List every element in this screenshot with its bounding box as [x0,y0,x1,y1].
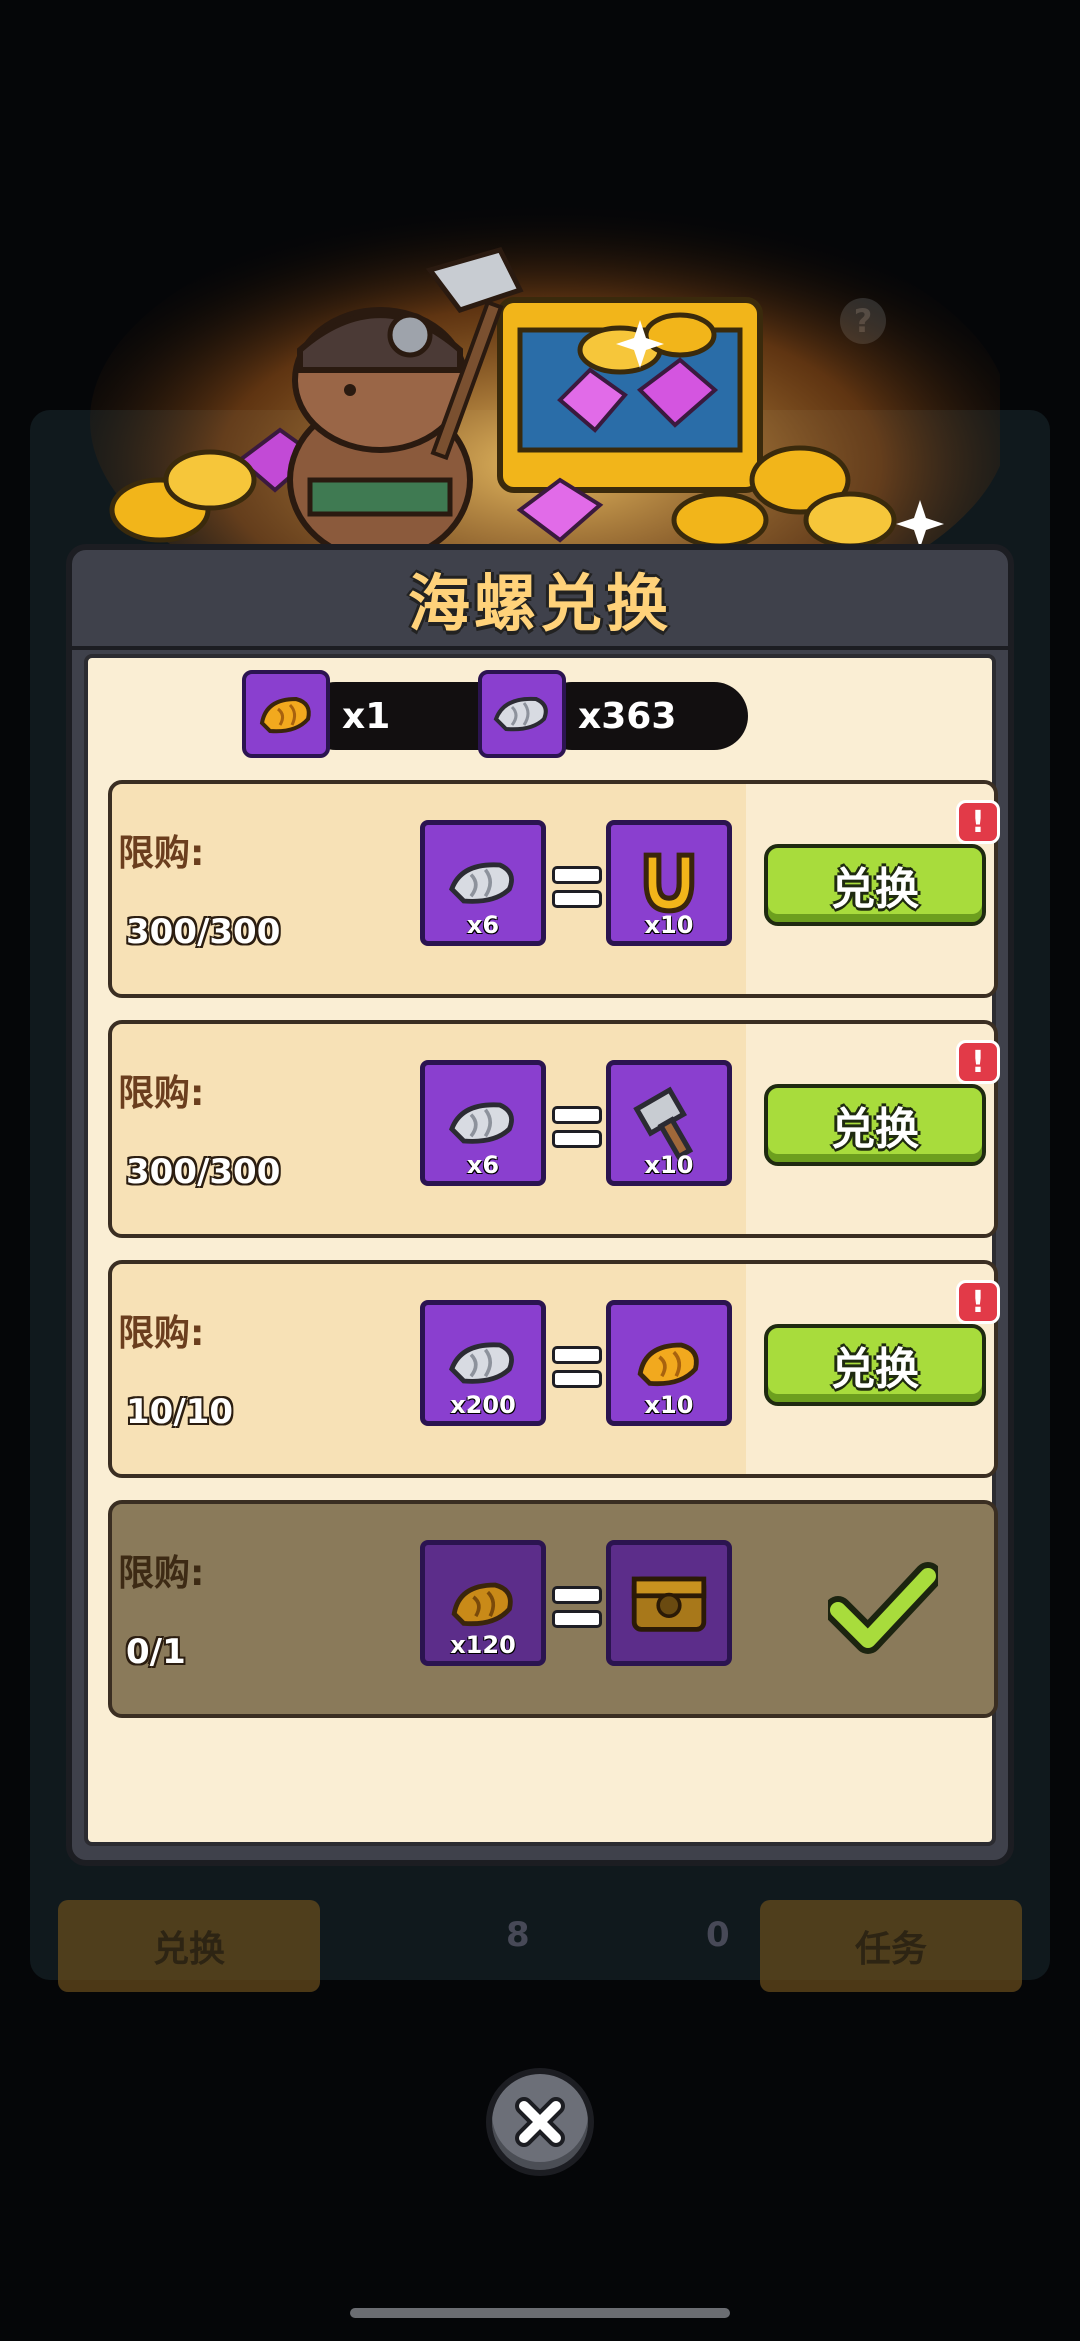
exchange-button[interactable]: 兑换 [764,844,986,926]
reward-item: x10 [606,820,732,946]
treasure-banner-illustration [90,200,1000,560]
exchange-row: 限购: 10/10 x200 x10 兑换 [108,1260,998,1478]
cost-quantity: x6 [466,911,500,939]
cost-item: x6 [420,820,546,946]
alert-badge: ! [956,1280,1000,1324]
dialog-title-bar: 海螺兑换 [72,550,1008,650]
limit-label: 限购: [118,1313,205,1354]
exchange-row: 限购: 300/300 x6 x10 兑换 [108,1020,998,1238]
limit-label: 限购: [118,833,205,874]
reward-item: x10 [606,1060,732,1186]
limit-label: 限购: [118,1073,205,1114]
close-icon [515,2097,565,2147]
background-task-button: 任务 [760,1900,1022,1992]
background-exchange-button: 兑换 [58,1900,320,1992]
equals-icon [552,1346,602,1388]
silver-shell-icon [449,1102,514,1144]
dialog-content: x1 x363 限购: 300/300 x6 x10 兑换 ! 限购: 300/… [84,654,1000,1846]
treasure-chest-icon [631,1576,707,1632]
silver-shell-icon [449,1342,514,1384]
golden-conch-icon [637,1342,699,1387]
alert-badge: ! [956,1040,1000,1084]
exchange-row-claimed: 限购: 0/1 x120 [108,1500,998,1718]
cost-quantity: x6 [466,1151,500,1179]
reward-item [606,1540,732,1666]
background-count-b: 0 [706,1915,730,1955]
exchange-button[interactable]: 兑换 [764,1324,986,1406]
close-button[interactable] [486,2068,594,2176]
limit-value: 300/300 [126,912,281,952]
equals-icon [552,866,602,908]
exchange-row: 限购: 300/300 x6 x10 兑换 [108,780,998,998]
cost-item: x120 [420,1540,546,1666]
reward-quantity: x10 [644,911,694,939]
limit-value: 300/300 [126,1152,281,1192]
equals-icon [552,1586,602,1628]
home-indicator[interactable] [350,2308,730,2318]
golden-conch-icon [242,670,330,758]
silver-shell-icon [449,862,514,904]
exchange-button[interactable]: 兑换 [764,1084,986,1166]
reward-quantity: x10 [644,1151,694,1179]
limit-value: 0/1 [126,1632,186,1672]
background-count-a: 8 [506,1915,530,1955]
cost-quantity: x120 [450,1631,516,1659]
dialog-title: 海螺兑换 [407,567,672,640]
horseshoe-icon [643,852,695,914]
equals-icon [552,1106,602,1148]
reward-item: x10 [606,1300,732,1426]
alert-badge: ! [956,800,1000,844]
reward-quantity: x10 [644,1391,694,1419]
cost-item: x6 [420,1060,546,1186]
golden-conch-amount: x1 [342,695,391,737]
silver-shell-amount: x363 [578,695,677,737]
silver-shell-icon [478,670,566,758]
limit-value: 10/10 [126,1392,234,1432]
limit-label: 限购: [118,1553,205,1594]
cost-item: x200 [420,1300,546,1426]
hammer-icon [633,1086,694,1161]
conch-exchange-dialog: 海螺兑换 x1 x363 限购: 300/300 x6 x10 兑换 ! 限购:… [66,544,1014,1866]
cost-quantity: x200 [450,1391,516,1419]
claimed-check-icon [828,1562,938,1654]
golden-conch-icon [451,1582,513,1627]
